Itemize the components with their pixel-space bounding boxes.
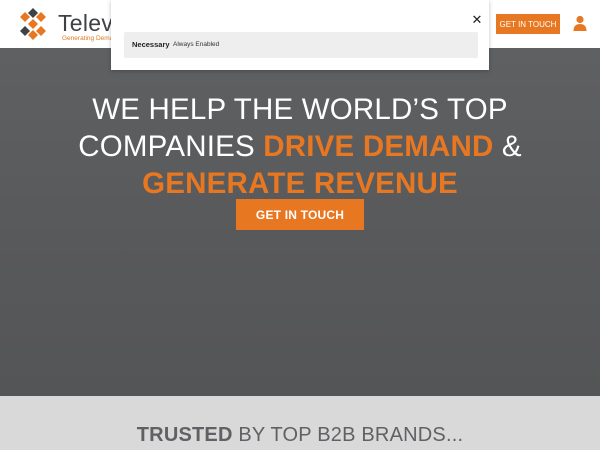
hero-headline: WE HELP THE WORLD’S TOP COMPANIES DRIVE … <box>0 91 600 202</box>
logo-mark-icon <box>20 8 46 40</box>
consent-category-necessary[interactable]: Necessary Always Enabled <box>124 32 478 58</box>
logo-tagline: Generating Dema <box>62 35 114 42</box>
headline-ampersand: & <box>501 130 522 163</box>
close-icon[interactable]: ✕ <box>471 13 483 26</box>
trusted-bold: TRUSTED <box>136 424 233 446</box>
logo-name: Telev <box>58 10 114 36</box>
headline-drive-demand: DRIVE DEMAND <box>263 130 494 163</box>
header-get-in-touch-button[interactable]: GET IN TOUCH <box>496 14 560 34</box>
headline-line-2: COMPANIES DRIVE DEMAND & <box>0 128 600 165</box>
headline-generate-revenue: GENERATE REVENUE <box>142 167 458 200</box>
user-icon[interactable] <box>573 15 587 31</box>
consent-category-state: Always Enabled <box>173 41 220 48</box>
headline-companies: COMPANIES <box>78 130 255 163</box>
trusted-heading: TRUSTED BY TOP B2B BRANDS... <box>0 424 600 447</box>
hero-section: WE HELP THE WORLD’S TOP COMPANIES DRIVE … <box>0 48 600 396</box>
logo[interactable]: Telev Generating Dema <box>16 6 116 44</box>
trusted-section: TRUSTED BY TOP B2B BRANDS... <box>0 396 600 450</box>
consent-category-name: Necessary <box>132 40 170 49</box>
hero-get-in-touch-button[interactable]: GET IN TOUCH <box>236 199 364 230</box>
trusted-rest: BY TOP B2B BRANDS... <box>238 424 464 446</box>
headline-line-1: WE HELP THE WORLD’S TOP <box>92 93 508 126</box>
